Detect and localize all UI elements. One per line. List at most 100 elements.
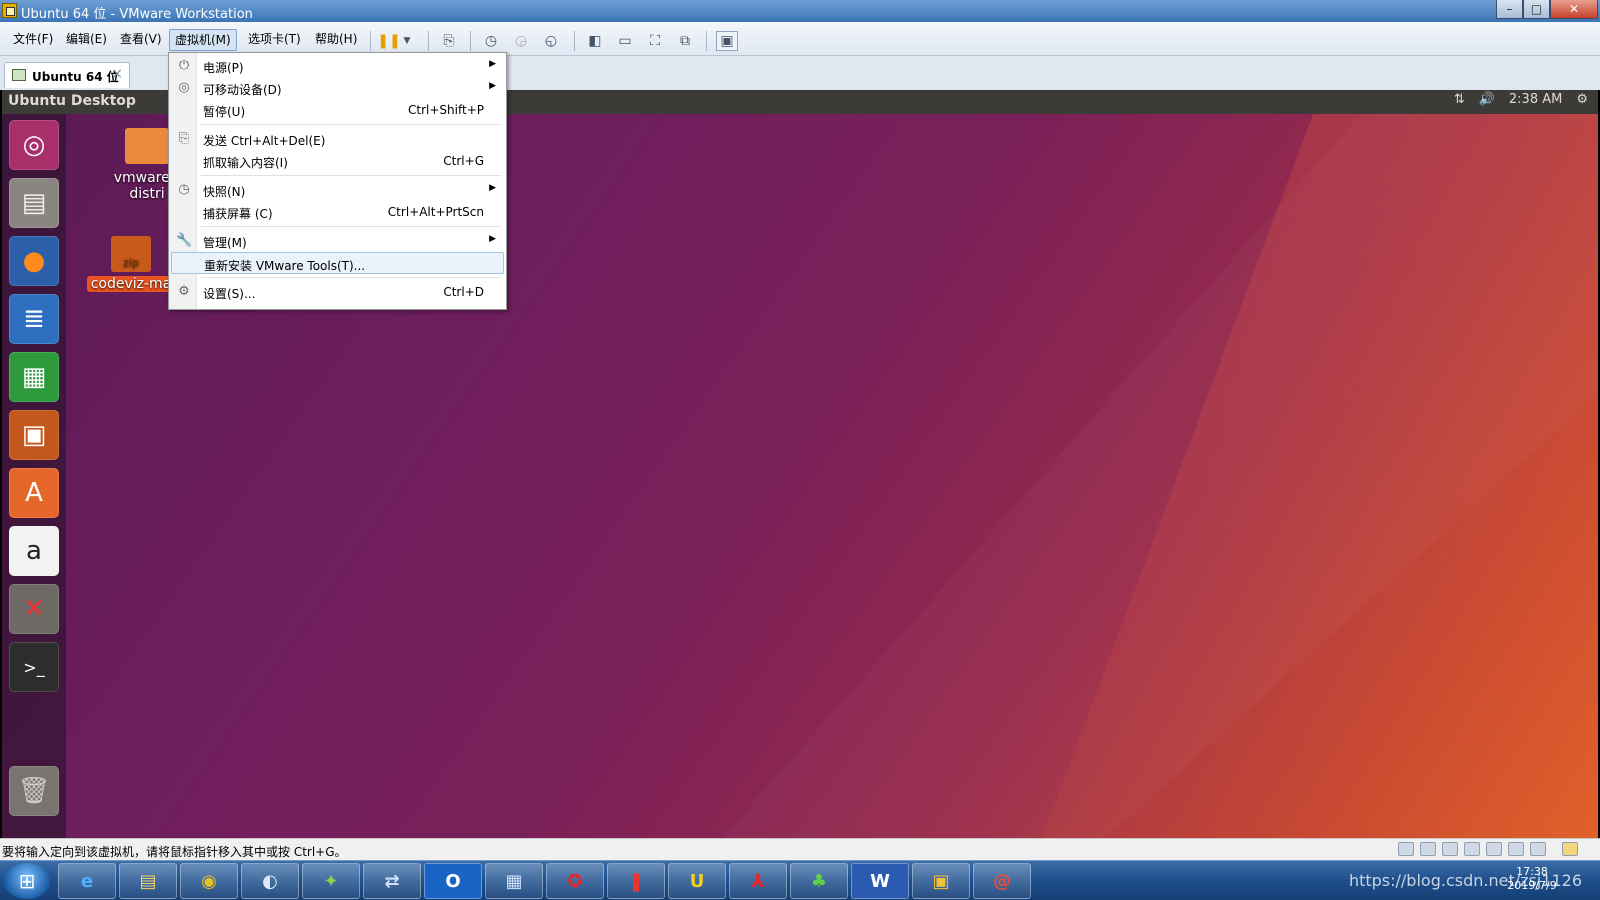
unity-icon[interactable]: ⧉: [674, 31, 696, 51]
start-button[interactable]: ⊞: [4, 863, 50, 899]
impress-icon[interactable]: ▣: [9, 410, 59, 460]
menu-item-reinstall-vmware-tools[interactable]: 重新安装 VMware Tools(T)...: [171, 252, 504, 274]
thumbnail-bar-icon[interactable]: ▭: [614, 31, 636, 51]
firefox-icon[interactable]: ●: [9, 236, 59, 286]
status-bar: 要将输入定向到该虚拟机，请将鼠标指针移入其中或按 Ctrl+G。: [0, 838, 1600, 860]
maximize-button[interactable]: □: [1523, 0, 1550, 19]
submenu-arrow-icon: ▶: [489, 59, 496, 69]
menu-item-label: 管理(M): [203, 236, 247, 250]
menu-item-pause[interactable]: 暂停(U) Ctrl+Shift+P: [171, 99, 504, 121]
status-message: 要将输入定向到该虚拟机，请将鼠标指针移入其中或按 Ctrl+G。: [2, 845, 347, 859]
submenu-arrow-icon: ▶: [489, 81, 496, 91]
message-icon[interactable]: [1562, 842, 1578, 856]
window-title: Ubuntu 64 位 - VMware Workstation: [21, 7, 253, 22]
fullscreen-icon[interactable]: ⛶: [644, 31, 666, 51]
submenu-arrow-icon: ▶: [489, 234, 496, 244]
menu-item-manage[interactable]: 🔧 管理(M) ▶: [171, 230, 504, 252]
trash-icon[interactable]: 🗑: [9, 766, 59, 816]
menu-item-label: 发送 Ctrl+Alt+Del(E): [203, 134, 326, 148]
network-icon[interactable]: ⇄: [363, 863, 421, 899]
remote-desktop-icon[interactable]: ▦: [485, 863, 543, 899]
menu-vm[interactable]: 虚拟机(M): [169, 29, 237, 51]
cd-drive-icon[interactable]: [1420, 842, 1436, 856]
settings-icon: ⚙: [178, 284, 190, 299]
snapshot-icon: ◷: [178, 182, 190, 197]
writer-icon[interactable]: ≣: [9, 294, 59, 344]
desktop-file-codeviz[interactable]: zip codeviz-ma: [86, 236, 176, 292]
pdf-icon[interactable]: ⅄: [729, 863, 787, 899]
file-explorer-icon[interactable]: ▤: [119, 863, 177, 899]
menu-item-grab-input[interactable]: 抓取输入内容(I) Ctrl+G: [171, 150, 504, 172]
printer-icon[interactable]: [1464, 842, 1480, 856]
amazon-icon[interactable]: a: [9, 526, 59, 576]
terminal-icon[interactable]: >_: [9, 642, 59, 692]
calc-icon[interactable]: ▦: [9, 352, 59, 402]
disc-icon: ◎: [178, 80, 190, 95]
clock-time: 17:38: [1516, 865, 1548, 878]
menu-view[interactable]: 查看(V): [115, 29, 167, 51]
software-center-icon[interactable]: A: [9, 468, 59, 518]
minimize-button[interactable]: –: [1496, 0, 1523, 19]
menu-item-shortcut: Ctrl+D: [443, 285, 484, 299]
menu-item-label: 电源(P): [203, 61, 244, 75]
menu-item-label: 重新安装 VMware Tools(T)...: [204, 259, 366, 273]
clover-icon[interactable]: ♣: [790, 863, 848, 899]
menu-tabs[interactable]: 选项卡(T): [243, 29, 306, 51]
menu-item-removable-devices[interactable]: ◎ 可移动设备(D) ▶: [171, 77, 504, 99]
snapshot-take-icon[interactable]: ◷: [480, 31, 502, 51]
menu-item-capture-screen[interactable]: 捕获屏幕 (C) Ctrl+Alt+PrtScn: [171, 201, 504, 223]
send-ctrl-alt-del-icon[interactable]: ⎘: [438, 31, 460, 51]
menu-item-label: 捕获屏幕 (C): [203, 207, 273, 221]
snapshot-manager-icon[interactable]: ◵: [540, 31, 562, 51]
system-settings-icon[interactable]: ✕: [9, 584, 59, 634]
browser-icon[interactable]: ◐: [241, 863, 299, 899]
menu-file[interactable]: 文件(F): [8, 29, 58, 51]
menu-edit[interactable]: 编辑(E): [61, 29, 112, 51]
wrench-icon: 🔧: [176, 233, 193, 248]
tab-ubuntu[interactable]: Ubuntu 64 位 ×: [4, 62, 130, 88]
menu-item-snapshot[interactable]: ◷ 快照(N) ▶: [171, 179, 504, 201]
snail-app-icon[interactable]: @: [973, 863, 1031, 899]
parrot-app-icon[interactable]: ✦: [302, 863, 360, 899]
ubuntu-clock[interactable]: 2:38 AM: [1509, 92, 1562, 107]
folder-icon: [125, 128, 169, 164]
hard-disk-icon[interactable]: [1398, 842, 1414, 856]
tab-close-icon[interactable]: ×: [111, 66, 123, 82]
menu-item-settings[interactable]: ⚙ 设置(S)... Ctrl+D: [171, 281, 504, 303]
console-view-icon[interactable]: ▣: [716, 31, 738, 51]
usb-icon[interactable]: [1508, 842, 1524, 856]
dropdown-arrow-icon[interactable]: ▼: [400, 31, 414, 51]
pause-icon[interactable]: ❚❚: [377, 31, 400, 51]
network-adapter-icon[interactable]: [1442, 842, 1458, 856]
menu-help[interactable]: 帮助(H): [310, 29, 362, 51]
bookmark-app-icon[interactable]: ❚: [607, 863, 665, 899]
menu-item-power[interactable]: ⏻ 电源(P) ▶: [171, 55, 504, 77]
menu-item-label: 快照(N): [203, 185, 246, 199]
internet-explorer-icon[interactable]: e: [58, 863, 116, 899]
windows-taskbar: ⊞ e ▤ ◉ ◐ ✦ ⇄ O ▦ ✪ ❚ U ⅄ ♣ W ▣ @ https:…: [0, 860, 1600, 900]
red-app-icon[interactable]: ✪: [546, 863, 604, 899]
word-icon[interactable]: W: [851, 863, 909, 899]
snapshot-revert-icon[interactable]: ◶: [510, 31, 532, 51]
ultraedit-icon[interactable]: U: [668, 863, 726, 899]
vmware-app-icon: [2, 3, 17, 18]
menu-item-send-ctrl-alt-del[interactable]: ⎘ 发送 Ctrl+Alt+Del(E): [171, 128, 504, 150]
volume-icon[interactable]: 🔊: [1479, 92, 1495, 107]
tab-label: Ubuntu 64 位: [32, 70, 119, 84]
system-clock[interactable]: 17:38 2019/7/9: [1502, 865, 1562, 893]
library-view-icon[interactable]: ◧: [584, 31, 606, 51]
menu-item-label: 可移动设备(D): [203, 83, 282, 97]
settings-gear-icon[interactable]: ⚙: [1576, 92, 1588, 107]
usb-icon[interactable]: [1530, 842, 1546, 856]
sound-card-icon[interactable]: [1486, 842, 1502, 856]
files-icon[interactable]: ▤: [9, 178, 59, 228]
menu-item-label: 暂停(U): [203, 105, 246, 119]
close-button[interactable]: ✕: [1550, 0, 1598, 19]
ubuntu-dash-icon[interactable]: ◎: [9, 120, 59, 170]
chrome-icon[interactable]: ◉: [180, 863, 238, 899]
ubuntu-desktop-title: Ubuntu Desktop: [8, 93, 136, 109]
vm-menu-dropdown: ⏻ 电源(P) ▶ ◎ 可移动设备(D) ▶ 暂停(U) Ctrl+Shift+…: [168, 52, 507, 310]
vmware-icon[interactable]: ▣: [912, 863, 970, 899]
network-icon[interactable]: ⇅: [1454, 92, 1465, 107]
outlook-icon[interactable]: O: [424, 863, 482, 899]
